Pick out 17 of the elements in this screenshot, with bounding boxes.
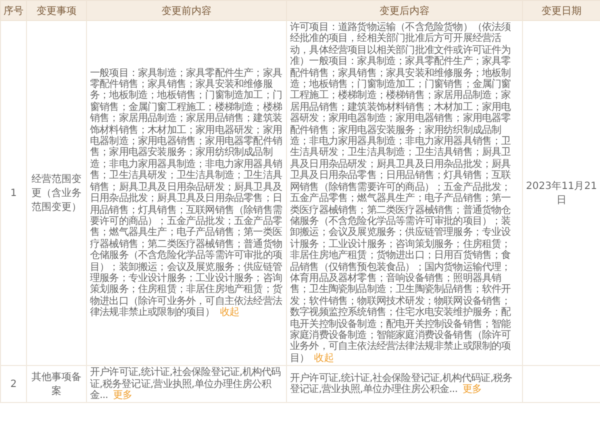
column-header: 变更后内容 [286,0,522,20]
content-text: 一般项目：家具制造；家具零配件生产；家具零配件销售；家具销售；家具安装和维修服务；地板制造；地板销售；门窗制造加工；门窗销售；金属门窗工程施工；楼梯制造；楼梯销售；家居用品制造；家居用品销售；建筑装饰材料销售；木材加工；家用电器研发；家用电器制造；家用电器销售；家用电器零配件销售；家用电器安装服务；家用纺织制成品制造；非电力家用器具制造；非电力家用器具销售；卫生洁具研发；卫生洁具制造；卫生洁具销售；厨具卫具及日用杂品研发；厨具卫具及日用杂品批发；厨具卫具及日用杂品零售；日用品销售；灯具销售；互联网销售（除销售需要许可的商品）；五金产品批发；五金产品零售；燃气器具生产；电子产品销售；第一类医疗器械销售；第二类医疗器械销售；普通货物仓储服务（不含危险化学品等需许可审批的项目）；装卸搬运；会议及展览服务；供应链管理服务；专业设计服务；工业设计服务；咨询策划服务；住房租赁；非居住房地产租赁；货物进出口（除许可业务外，可自主依法经营法律法规非禁止或限制的项目） 收起 [90,68,283,319]
column-header: 变更前内容 [86,0,286,20]
content-text: 许可项目：道路货物运输（不含危险货物）（依法须经批准的项目，经相关部门批准后方可开展经营活动，具体经营项目以相关部门批准文件或许可证件为准）一般项目：家具制造；家具零配件生产；家具零配件销售；家具销售；家具安装和维修服务；地板制造；地板销售；门窗制造加工；门窗销售；金属门窗工程施工；楼梯制造；楼梯销售；家居用品制造；家居用品销售；建筑装饰材料销售；木材加工；家用电器研发；家用电器制造；家用电器销售；家用电器零配件销售；家用电器安装服务；家用纺织制成品制造；非电力家用器具制造；非电力家用器具销售；卫生洁具研发；卫生洁具制造；卫生洁具销售；厨具卫具及日用杂品研发；厨具卫具及日用杂品批发；厨具卫具及日用杂品零售；日用品销售；灯具销售；互联网销售（除销售需要许可的商品）；五金产品批发；五金产品零售；燃气器具生产；电子产品销售；第一类医疗器械销售；第二类医疗器械销售；普通货物仓储服务（不含危险化学品等需许可审批的项目）；装卸搬运；会议及展览服务；供应链管理服务；专业设计服务；工业设计服务；咨询策划服务；住房租赁；非居住房地产租赁；货物进出口；日用百货销售；食品销售（仅销售预包装食品）；国内货物运输代理；体育用品及器材零售；音响设备销售；照明器具销售；卫生陶瓷制品制造；卫生陶瓷制品销售；软件开发；软件销售；物联网技术研发；物联网设备销售；数字视频监控系统销售；住宅水电安装维护服务；配电开关控制设备制造；配电开关控制设备销售；智能家庭消费设备制造；智能家庭消费设备销售（除许可业务外，可自主依法经营法律法规非禁止或限制的项目） 收起 [290,22,512,364]
column-header: 变更事项 [26,0,86,20]
column-header: 变更日期 [522,0,600,20]
toggle-link[interactable]: 收起 [314,352,334,364]
table-cell: 经营范围变更（含业务范围变更） [26,20,86,366]
table-cell: 1 [0,20,26,366]
column-header: 序号 [0,0,26,20]
table-cell: 2 [0,366,26,403]
toggle-link[interactable]: 更多 [112,390,132,401]
content-text: 开户许可证,统计证,社会保险登记证,机构代码证,税务登记证,营业执照,单位办理住房公积金... 更多 [290,372,514,396]
toggle-link[interactable]: 更多 [462,384,482,396]
content-text: 开户许可证,统计证,社会保险登记证,机构代码证,税务登记证,营业执照,单位办理住房公积金... 更多 [90,367,282,402]
table-cell: 其他事项备案 [26,366,86,403]
toggle-link[interactable]: 收起 [220,307,240,318]
